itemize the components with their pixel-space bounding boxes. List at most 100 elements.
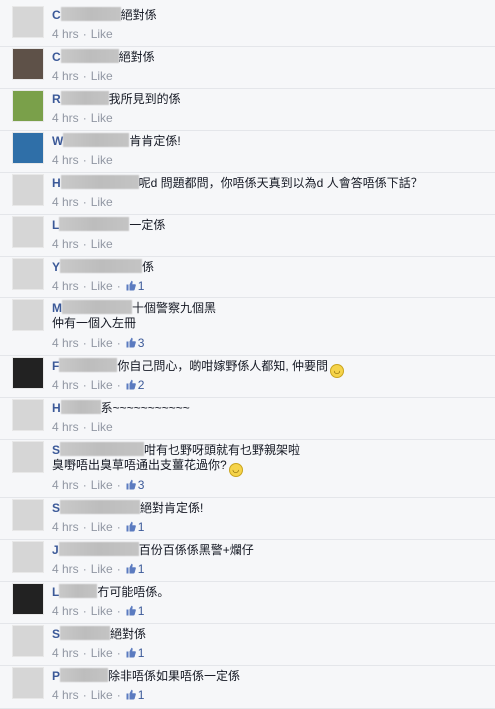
separator-dot: · xyxy=(82,646,87,660)
comment-text: W 肯肯定係! xyxy=(52,133,181,149)
timestamp[interactable]: 4 hrs xyxy=(52,688,79,702)
like-link[interactable]: Like xyxy=(91,237,113,251)
commenter-name[interactable]: J xyxy=(52,543,59,557)
comment-text-line: 仲有一個入左冊 xyxy=(52,316,136,331)
like-link[interactable]: Like xyxy=(91,478,113,492)
like-count[interactable]: 2 xyxy=(138,378,145,392)
commenter-name[interactable]: P xyxy=(52,669,60,683)
timestamp[interactable]: 4 hrs xyxy=(52,604,79,618)
like-link[interactable]: Like xyxy=(91,562,113,576)
avatar[interactable] xyxy=(12,6,44,38)
thumbs-up-icon xyxy=(126,647,136,658)
commenter-name[interactable]: L xyxy=(52,585,59,599)
like-link[interactable]: Like xyxy=(91,604,113,618)
timestamp[interactable]: 4 hrs xyxy=(52,153,79,167)
separator-dot: · xyxy=(116,688,121,702)
avatar[interactable] xyxy=(12,216,44,248)
like-count[interactable]: 1 xyxy=(138,646,145,660)
like-link[interactable]: Like xyxy=(91,111,113,125)
like-count[interactable]: 3 xyxy=(138,336,145,350)
avatar[interactable] xyxy=(12,357,44,389)
commenter-name[interactable]: S xyxy=(52,501,60,515)
commenter-name[interactable]: C xyxy=(52,8,61,22)
like-link[interactable]: Like xyxy=(91,336,113,350)
timestamp[interactable]: 4 hrs xyxy=(52,69,79,83)
avatar[interactable] xyxy=(12,541,44,573)
comment-item: H 系~~~~~~~~~~~ 4 hrs · Like xyxy=(0,398,495,440)
like-link[interactable]: Like xyxy=(91,279,113,293)
avatar[interactable] xyxy=(12,625,44,657)
like-link[interactable]: Like xyxy=(91,69,113,83)
like-count[interactable]: 3 xyxy=(138,478,145,492)
timestamp[interactable]: 4 hrs xyxy=(52,520,79,534)
timestamp[interactable]: 4 hrs xyxy=(52,111,79,125)
separator-dot: · xyxy=(82,195,87,209)
avatar[interactable] xyxy=(12,583,44,615)
commenter-name[interactable]: S xyxy=(52,627,60,641)
like-link[interactable]: Like xyxy=(91,153,113,167)
commenter-name[interactable]: L xyxy=(52,218,59,232)
avatar[interactable] xyxy=(12,174,44,206)
comment-item: W 肯肯定係! 4 hrs · Like xyxy=(0,131,495,173)
like-count[interactable]: 1 xyxy=(138,688,145,702)
commenter-name[interactable]: F xyxy=(52,359,59,373)
timestamp[interactable]: 4 hrs xyxy=(52,420,79,434)
like-link[interactable]: Like xyxy=(91,195,113,209)
timestamp[interactable]: 4 hrs xyxy=(52,237,79,251)
avatar[interactable] xyxy=(12,132,44,164)
commenter-name[interactable]: W xyxy=(52,134,63,148)
commenter-name[interactable]: Y xyxy=(52,260,60,274)
commenter-name[interactable]: C xyxy=(52,50,61,64)
thumbs-up-icon xyxy=(126,280,136,291)
timestamp[interactable]: 4 hrs xyxy=(52,195,79,209)
comment-body: 呢d 問題都問，你唔係天真到以為d 人會答唔係下話？ xyxy=(138,176,423,190)
like-link[interactable]: Like xyxy=(91,520,113,534)
separator-dot: · xyxy=(82,69,87,83)
like-count[interactable]: 1 xyxy=(138,279,145,293)
commenter-name[interactable]: R xyxy=(52,92,61,106)
comment-list: C 絕對係 4 hrs · Like C 絕對係 4 hrs · Like R 我所見到的係 4 hrs… xyxy=(0,0,495,709)
avatar[interactable] xyxy=(12,48,44,80)
timestamp[interactable]: 4 hrs xyxy=(52,562,79,576)
separator-dot: · xyxy=(116,336,121,350)
like-link[interactable]: Like xyxy=(91,420,113,434)
comment-text: H 系~~~~~~~~~~~ xyxy=(52,400,190,416)
avatar[interactable] xyxy=(12,667,44,699)
like-count[interactable]: 1 xyxy=(138,604,145,618)
like-count[interactable]: 1 xyxy=(138,562,145,576)
timestamp[interactable]: 4 hrs xyxy=(52,336,79,350)
comment-item: H 呢d 問題都問，你唔係天真到以為d 人會答唔係下話？ 4 hrs · Like xyxy=(0,173,495,215)
comment-item: P 除非唔係如果唔係一定係 4 hrs · Like · 1 xyxy=(0,666,495,709)
avatar[interactable] xyxy=(12,399,44,431)
like-link[interactable]: Like xyxy=(91,378,113,392)
timestamp[interactable]: 4 hrs xyxy=(52,646,79,660)
comment-text: S 咁有乜野呀頭就有乜野親架啦 xyxy=(52,442,300,458)
commenter-name[interactable]: M xyxy=(52,301,62,315)
comment-body: 冇可能唔係。 xyxy=(97,585,170,599)
like-link[interactable]: Like xyxy=(91,646,113,660)
timestamp[interactable]: 4 hrs xyxy=(52,27,79,41)
avatar[interactable] xyxy=(12,441,44,473)
like-link[interactable]: Like xyxy=(91,688,113,702)
commenter-name[interactable]: S xyxy=(52,443,60,457)
comment-text: P 除非唔係如果唔係一定係 xyxy=(52,668,240,684)
timestamp[interactable]: 4 hrs xyxy=(52,378,79,392)
redacted-name xyxy=(60,7,121,21)
separator-dot: · xyxy=(82,520,87,534)
commenter-name[interactable]: H xyxy=(52,401,61,415)
like-link[interactable]: Like xyxy=(91,27,113,41)
commenter-name[interactable]: H xyxy=(52,176,61,190)
timestamp[interactable]: 4 hrs xyxy=(52,279,79,293)
comment-item: J 百份百係係黑警+爛仔 4 hrs · Like · 1 xyxy=(0,540,495,582)
avatar[interactable] xyxy=(12,90,44,122)
timestamp[interactable]: 4 hrs xyxy=(52,478,79,492)
avatar[interactable] xyxy=(12,299,44,331)
redacted-name xyxy=(60,500,141,514)
avatar[interactable] xyxy=(12,499,44,531)
thumbs-up-icon xyxy=(126,563,136,574)
comment-meta: 4 hrs · Like · 1 xyxy=(52,520,144,535)
comment-meta: 4 hrs · Like xyxy=(52,420,113,435)
comment-meta: 4 hrs · Like xyxy=(52,69,113,84)
avatar[interactable] xyxy=(12,258,44,290)
like-count[interactable]: 1 xyxy=(138,520,145,534)
